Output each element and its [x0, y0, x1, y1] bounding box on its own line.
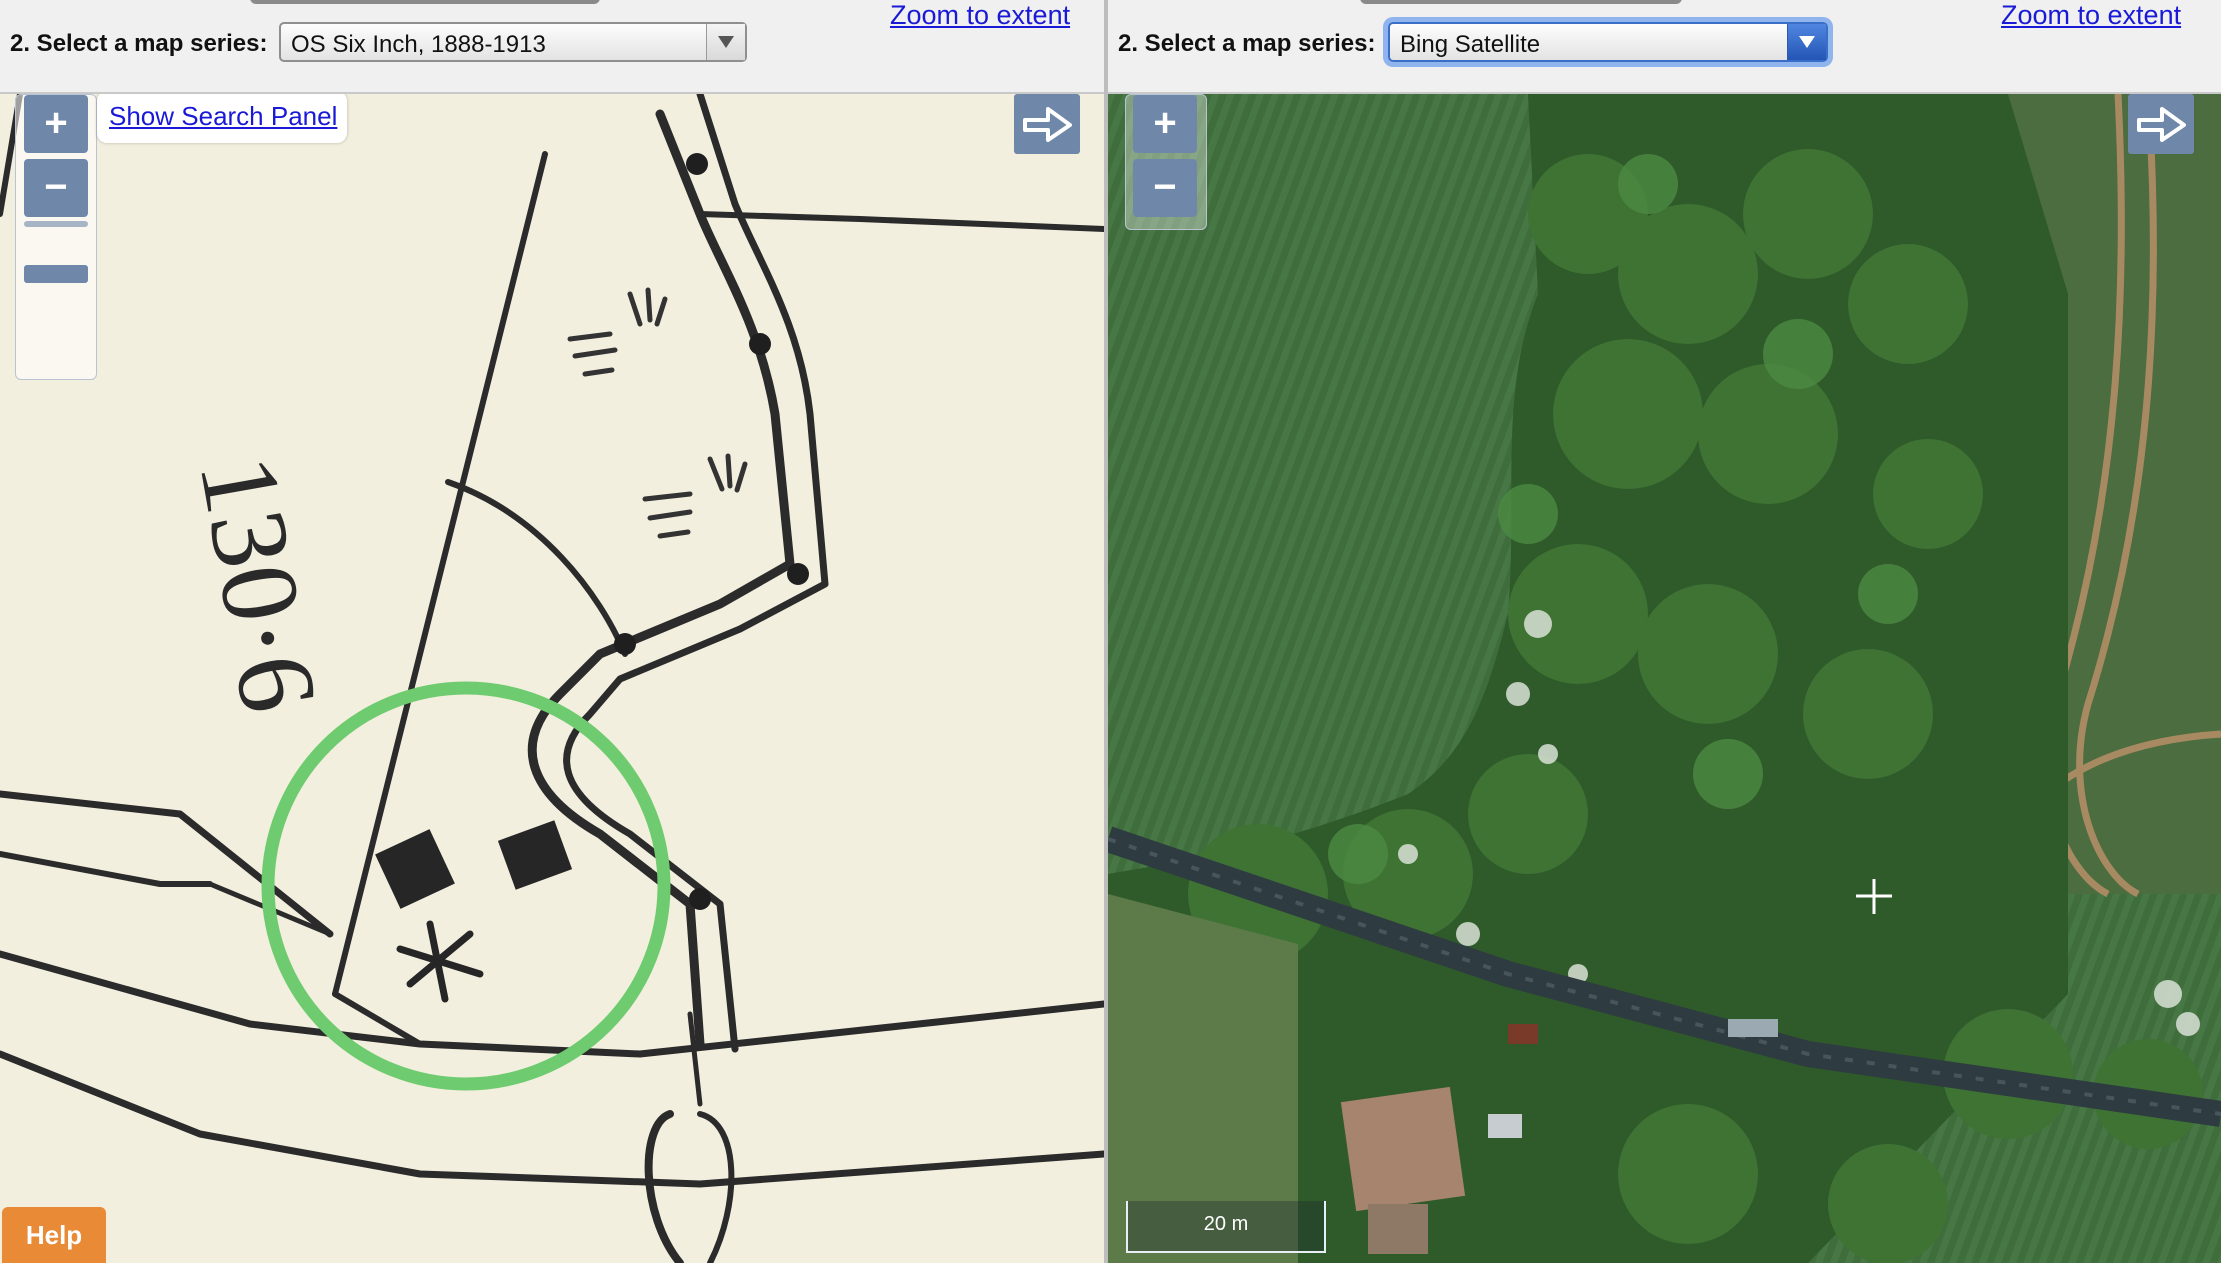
triangle-down-icon [718, 36, 734, 48]
right-map-pane: + − 20 m 2. Select a map series: Bing Sa… [1108, 0, 2221, 1263]
satellite-map[interactable]: + − 20 m [1108, 93, 2221, 1263]
left-zoom-to-extent-link[interactable]: Zoom to extent [890, 0, 1070, 31]
left-series-select[interactable]: OS Six Inch, 1888-1913 [279, 22, 747, 62]
right-series-label: 2. Select a map series: [1118, 30, 1376, 57]
left-series-value: OS Six Inch, 1888-1913 [291, 31, 546, 58]
left-zoom-bar: + − [15, 94, 97, 380]
right-series-select[interactable]: Bing Satellite [1388, 22, 1828, 62]
left-zoom-slider-track-top [24, 221, 88, 227]
historic-os-map[interactable]: 130·6 + − Show Search Panel [0, 90, 1104, 1263]
historic-map-canvas: 130·6 [0, 90, 1104, 1263]
right-zoom-to-extent-link[interactable]: Zoom to extent [2001, 0, 2181, 31]
right-zoom-out-button[interactable]: − [1133, 159, 1197, 217]
right-series-value: Bing Satellite [1400, 31, 1541, 58]
right-zoom-bar: + − [1125, 94, 1207, 230]
satellite-map-canvas [1108, 93, 2221, 1263]
left-toolbar-tab-stub [250, 0, 600, 4]
show-search-panel-link[interactable]: Show Search Panel [109, 101, 337, 132]
left-zoom-slider-handle[interactable] [24, 265, 88, 283]
right-toolbar-tab-stub [1360, 0, 1682, 4]
triangle-down-icon [1799, 36, 1815, 48]
show-search-panel-button[interactable]: Show Search Panel [97, 91, 347, 143]
right-zoom-in-button[interactable]: + [1133, 95, 1197, 153]
right-toolbar: 2. Select a map series: Bing Satellite Z… [1108, 0, 2221, 94]
left-map-pane: 130·6 + − Show Search Panel 2. Select a … [0, 0, 1104, 1263]
help-button[interactable]: Help [2, 1207, 106, 1263]
right-select-arrow[interactable] [1787, 24, 1826, 60]
scale-bar-label: 20 m [1203, 1213, 1249, 1235]
share-arrow-icon [2137, 107, 2186, 142]
share-arrow-icon [1023, 107, 1072, 142]
right-share-button[interactable] [2128, 94, 2194, 154]
left-series-label: 2. Select a map series: [10, 30, 268, 57]
left-zoom-in-button[interactable]: + [24, 95, 88, 153]
left-select-arrow[interactable] [706, 24, 745, 60]
left-toolbar: 2. Select a map series: OS Six Inch, 188… [0, 0, 1104, 94]
scale-bar: 20 m [1126, 1201, 1326, 1253]
left-zoom-out-button[interactable]: − [24, 159, 88, 217]
left-share-button[interactable] [1014, 94, 1080, 154]
